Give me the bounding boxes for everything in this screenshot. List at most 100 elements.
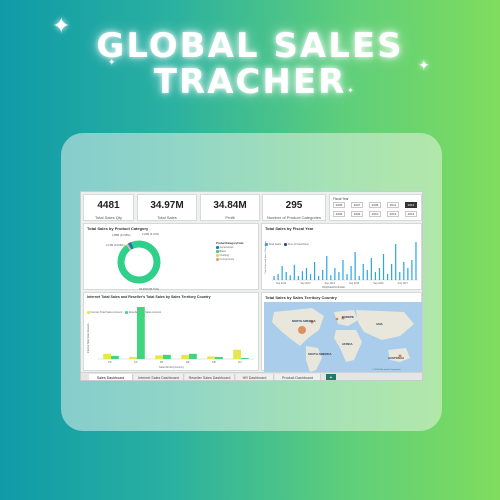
tick-label: AU bbox=[238, 360, 242, 364]
map-label: EUROPE bbox=[342, 315, 354, 319]
bar-reseller bbox=[163, 354, 171, 359]
year-button[interactable]: 2012 bbox=[405, 202, 417, 208]
bar-reseller bbox=[189, 353, 197, 359]
year-button[interactable]: 2014 bbox=[405, 211, 417, 217]
bar bbox=[281, 266, 283, 280]
kpi-label: Profit bbox=[225, 215, 235, 220]
bar bbox=[297, 276, 299, 280]
bar bbox=[305, 268, 308, 280]
bar bbox=[334, 268, 336, 280]
page-tab[interactable]: Internet Sales Dashboard bbox=[134, 374, 184, 380]
slicer-title: Fiscal Year bbox=[333, 197, 349, 201]
sparkle-icon: ✦ bbox=[347, 86, 354, 95]
bar-internet bbox=[181, 354, 189, 359]
bar bbox=[362, 264, 364, 280]
south-america-shape bbox=[306, 346, 322, 372]
tick-label: Sep 2013 bbox=[300, 282, 311, 285]
data-label: 2.20M (6.31%) bbox=[142, 232, 159, 236]
data-label: 33.47M (95.71%) bbox=[139, 287, 159, 291]
bar bbox=[386, 274, 389, 280]
africa-shape bbox=[334, 330, 362, 362]
tick-label: Aug 2017 bbox=[398, 282, 409, 285]
kpi-label: Total Sales Qty bbox=[95, 215, 122, 220]
bar bbox=[273, 276, 275, 280]
year-button[interactable]: 2005 bbox=[333, 202, 345, 208]
sparkle-icon: ✦ bbox=[108, 58, 116, 68]
territory-chart: Internet Total Sales and Reseller's Tota… bbox=[83, 292, 259, 371]
sparkle-icon: ✦ bbox=[418, 58, 430, 74]
page-tab[interactable]: Sales Dashboard bbox=[89, 374, 133, 380]
map-label: AUSTRALIA bbox=[388, 356, 405, 360]
bar-internet bbox=[233, 349, 241, 359]
tick-label: Sep 2016 bbox=[373, 282, 384, 285]
map-label: ASIA bbox=[376, 322, 383, 326]
bar-internet bbox=[103, 353, 111, 359]
tick-label: FR bbox=[160, 360, 164, 364]
bar bbox=[370, 258, 372, 280]
bar bbox=[399, 272, 401, 280]
tick-label: US bbox=[108, 360, 112, 364]
page-tab-bar: Sales Dashboard Internet Sales Dashboard R… bbox=[81, 372, 422, 380]
add-page-button[interactable]: + bbox=[326, 374, 336, 380]
continents bbox=[272, 308, 414, 372]
bar bbox=[350, 266, 352, 280]
kpi-value: 295 bbox=[285, 200, 303, 211]
data-label: 4.74M (13.56%) bbox=[106, 243, 125, 247]
legend-title: ProductCategoryCode bbox=[216, 242, 244, 245]
bar bbox=[301, 271, 304, 280]
page-tab[interactable]: Product Dashboard bbox=[275, 374, 321, 380]
donut-slice bbox=[117, 240, 161, 284]
year-button[interactable]: 2013 bbox=[387, 211, 399, 217]
map-bubble bbox=[335, 317, 339, 321]
donut-slice bbox=[127, 241, 134, 250]
x-axis-title: ShipDateMonthdate bbox=[322, 286, 345, 289]
year-button[interactable]: 2007 bbox=[351, 202, 363, 208]
tick-label: DE bbox=[186, 360, 190, 364]
fiscal-bars: Sep 2012 Sep 2013 Sep 2014 Sep 2015 Sep 2016… bbox=[264, 240, 418, 285]
bar bbox=[309, 274, 312, 280]
map-title: Total Sales by Sales Territory Country bbox=[265, 295, 337, 300]
bar bbox=[382, 254, 385, 280]
bar-internet bbox=[207, 356, 215, 359]
bar bbox=[378, 268, 381, 280]
page-tab[interactable]: Reseller Sales Dashboard bbox=[185, 374, 235, 380]
tick-label: Sep 2015 bbox=[349, 282, 360, 285]
bar bbox=[289, 275, 291, 280]
page-tab[interactable]: HR Dashboard bbox=[236, 374, 274, 380]
map-label: SOUTH AMERICA bbox=[308, 352, 332, 356]
x-axis-title: SalesTerritoryCountry bbox=[159, 366, 184, 369]
bar bbox=[366, 270, 368, 280]
map-copyright: © 2023 Microsoft Corporation bbox=[372, 369, 401, 371]
year-button[interactable]: 2010 bbox=[369, 211, 381, 217]
world-map[interactable]: NORTH AMERICA EUROPE ASIA AFRICA SOUTH A… bbox=[264, 302, 422, 374]
map-label: AFRICA bbox=[342, 342, 353, 346]
bar bbox=[391, 264, 393, 280]
tick-label: CA bbox=[134, 360, 138, 364]
year-button[interactable]: 2011 bbox=[387, 202, 399, 208]
bar-reseller bbox=[137, 307, 145, 359]
fiscal-year-slicer: Fiscal Year 2005 2007 2008 2011 2012 2006 2009… bbox=[329, 194, 422, 221]
bar-internet bbox=[155, 355, 163, 359]
bar bbox=[322, 270, 324, 280]
category-chart: Total Sales by Product Category 4.88M (1… bbox=[83, 223, 259, 291]
y-axis-title: Total Sales and Sum of FiscalYear bbox=[264, 240, 267, 274]
kpi-card-profit: 34.84M Profit bbox=[200, 194, 260, 221]
bar bbox=[285, 272, 287, 280]
bar bbox=[326, 256, 328, 280]
bar bbox=[338, 272, 340, 280]
bar-internet bbox=[129, 356, 137, 359]
kpi-card-qty: 4481 Total Sales Qty bbox=[83, 194, 134, 221]
bar bbox=[411, 260, 413, 280]
bar bbox=[313, 262, 316, 280]
year-button[interactable]: 2009 bbox=[351, 211, 363, 217]
sparkle-icon: ✦ bbox=[52, 14, 71, 39]
map-bubble bbox=[298, 326, 306, 334]
year-button[interactable]: 2006 bbox=[333, 211, 345, 217]
year-button[interactable]: 2008 bbox=[369, 202, 381, 208]
bar bbox=[403, 262, 405, 280]
dashboard-screenshot: 4481 Total Sales Qty 34.97M Total Sales … bbox=[80, 191, 423, 381]
kpi-label: Number of Product Categories bbox=[266, 215, 322, 220]
bar bbox=[342, 260, 344, 280]
kpi-label: Total Sales bbox=[157, 215, 177, 220]
legend-item[interactable]: Components bbox=[216, 258, 234, 262]
